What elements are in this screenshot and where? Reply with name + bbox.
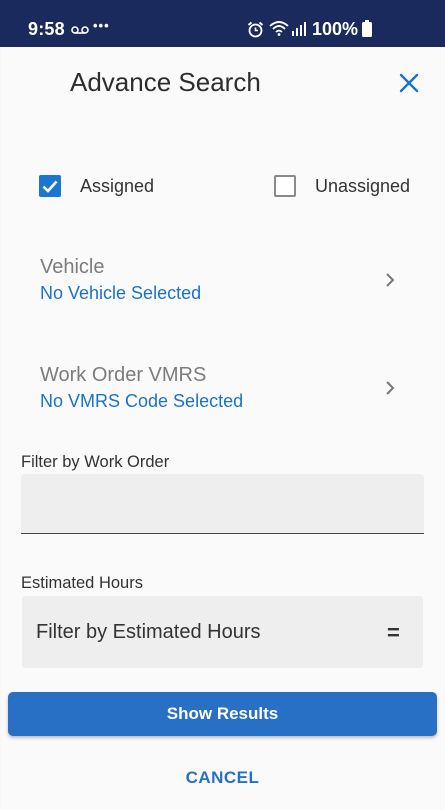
assigned-checkbox[interactable]	[39, 175, 61, 197]
vmrs-label: Work Order VMRS	[40, 364, 207, 386]
voicemail-icon	[71, 26, 89, 34]
chevron-right-icon	[386, 381, 395, 395]
more-notifications-icon: •••	[93, 18, 110, 33]
equals-operator-icon[interactable]: =	[387, 620, 400, 646]
close-icon[interactable]	[397, 71, 421, 95]
status-bar: 9:58 ••• 100%	[0, 0, 445, 47]
estimated-hours-placeholder: Filter by Estimated Hours	[36, 621, 261, 643]
page-title: Advance Search	[70, 67, 261, 97]
show-results-button[interactable]: Show Results	[8, 692, 437, 736]
unassigned-checkbox[interactable]	[274, 175, 296, 197]
vehicle-value: No Vehicle Selected	[40, 283, 202, 303]
alarm-icon	[247, 21, 264, 38]
work-order-input[interactable]	[21, 474, 424, 534]
chevron-right-icon	[386, 273, 395, 287]
checkmark-icon	[42, 180, 58, 193]
assigned-label[interactable]: Assigned	[80, 176, 154, 197]
battery-icon	[362, 20, 372, 37]
work-order-filter-label: Filter by Work Order	[21, 453, 170, 471]
vehicle-selector[interactable]: Vehicle No Vehicle Selected	[0, 250, 443, 310]
battery-percentage: 100%	[312, 19, 359, 39]
vehicle-label: Vehicle	[40, 256, 105, 278]
wifi-icon	[269, 21, 289, 36]
cancel-button[interactable]: CANCEL	[0, 768, 445, 788]
estimated-hours-filter[interactable]: Filter by Estimated Hours =	[22, 596, 423, 668]
vmrs-selector[interactable]: Work Order VMRS No VMRS Code Selected	[0, 358, 443, 418]
status-time: 9:58	[28, 19, 65, 39]
unassigned-label[interactable]: Unassigned	[315, 176, 410, 197]
vmrs-value: No VMRS Code Selected	[40, 391, 244, 411]
signal-icon	[292, 22, 306, 36]
estimated-hours-label: Estimated Hours	[21, 574, 143, 592]
